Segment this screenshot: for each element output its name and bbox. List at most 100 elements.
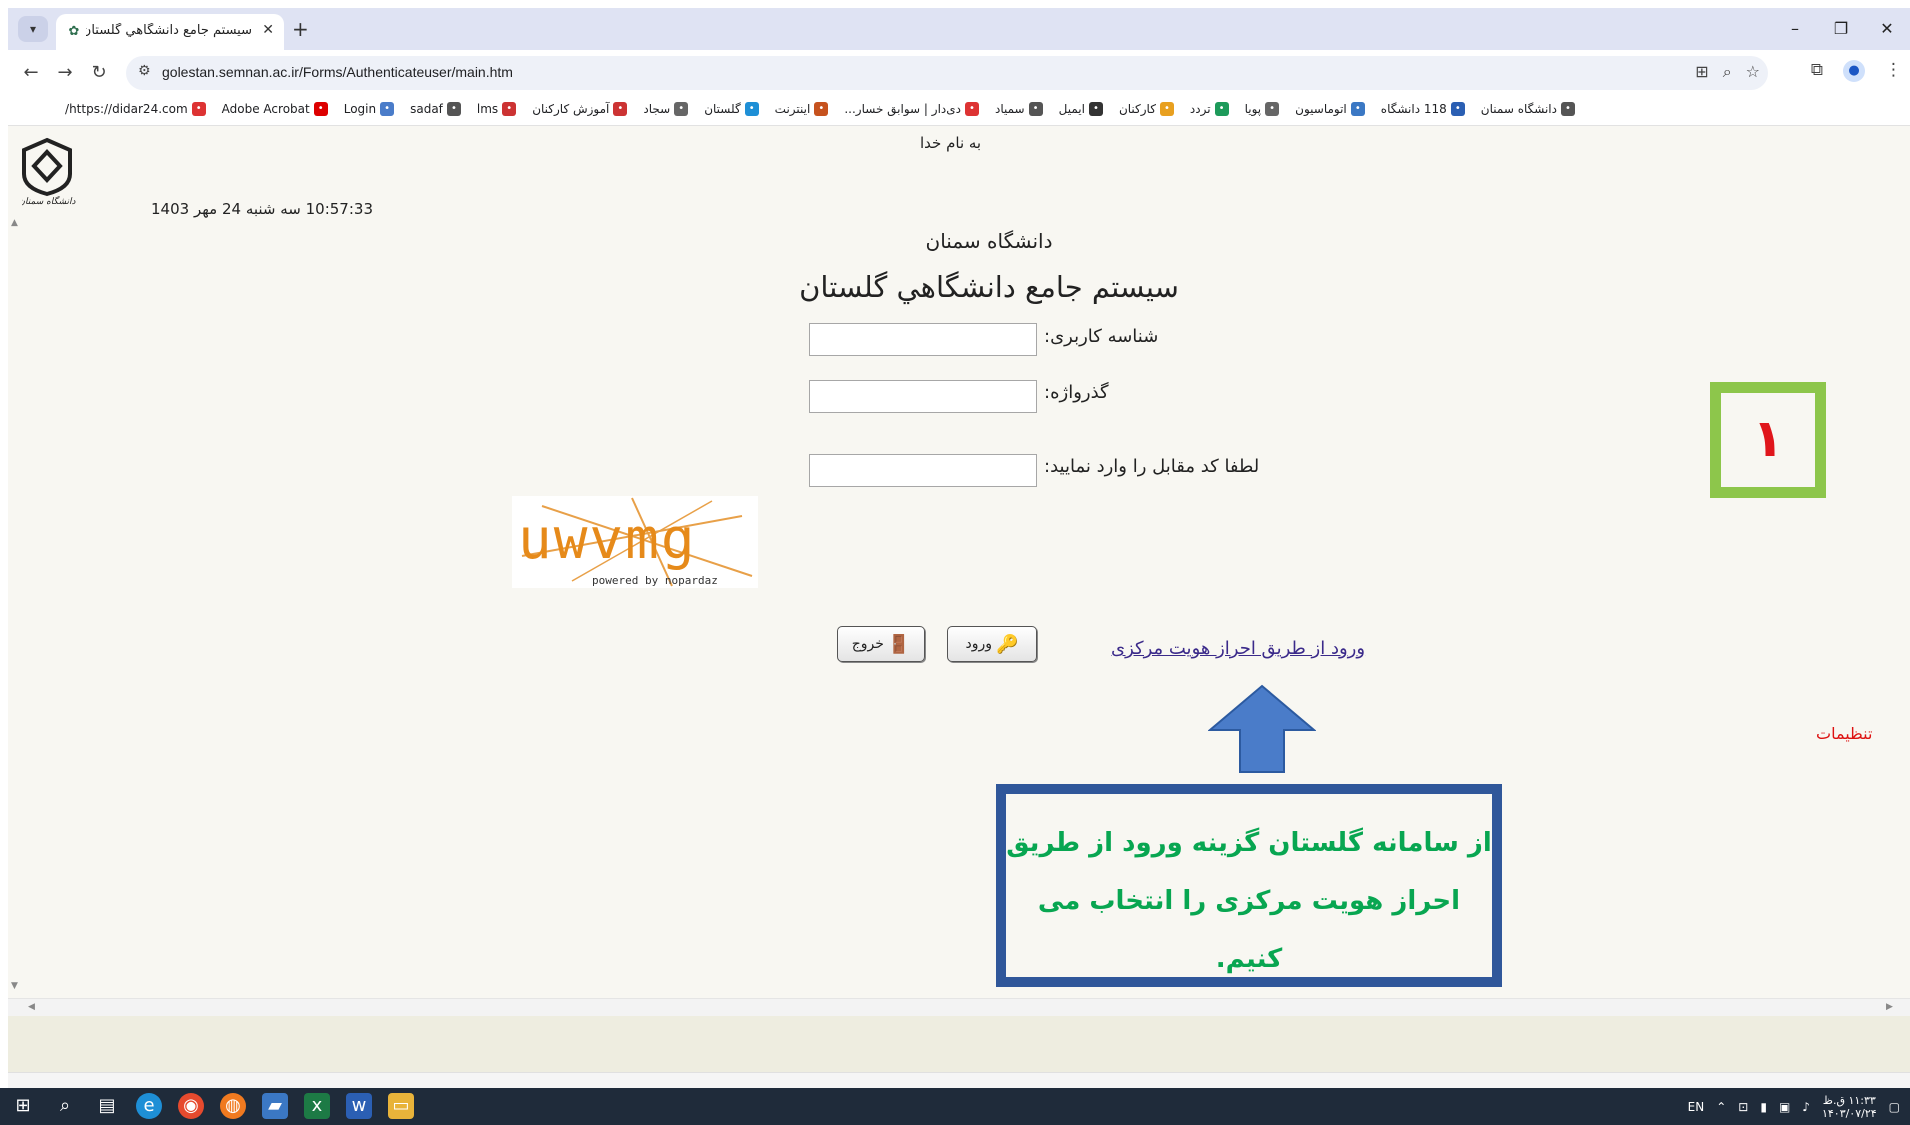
reload-button[interactable]: ↻ [86, 60, 112, 86]
golestan-favicon-icon: ✿ [68, 24, 80, 39]
extensions-icon[interactable]: ⧉ [1811, 60, 1823, 82]
bookmark-favicon-icon: • [380, 102, 395, 116]
edge-icon[interactable]: e [136, 1093, 162, 1119]
translate-icon[interactable]: ⊞ [1695, 62, 1708, 82]
address-bar[interactable]: ⚙ golestan.semnan.ac.ir/Forms/Authentica… [126, 56, 1768, 90]
captcha-label: لطفا کد مقابل را وارد نمایید: [1044, 456, 1260, 477]
bookmark-item[interactable]: • آموزش کارکنان [532, 102, 628, 116]
scroll-up-icon[interactable]: ▲ [11, 218, 18, 228]
bookmark-item[interactable]: • sadaf [410, 102, 461, 116]
browser-toolbar: ← → ↻ ⚙ golestan.semnan.ac.ir/Forms/Auth… [8, 50, 1910, 96]
bookmark-item[interactable]: • اتوماسیون [1295, 102, 1365, 116]
exit-button[interactable]: 🚪 خروج [837, 626, 925, 662]
bookmark-item[interactable]: • سمیاد [995, 102, 1043, 116]
file-explorer-icon[interactable]: ▭ [388, 1093, 414, 1119]
bookmark-label: سجاد [643, 102, 671, 116]
excel-icon[interactable]: x [304, 1093, 330, 1119]
bookmark-item[interactable]: • دانشگاه سمنان [1481, 102, 1575, 116]
horizontal-scrollbar[interactable]: ◀ ▶ [8, 998, 1910, 1016]
bookmark-label: کارکنان [1118, 102, 1156, 116]
captcha-input[interactable] [809, 454, 1037, 487]
vertical-scrollbar[interactable]: ▲ ▼ [8, 126, 22, 996]
clock[interactable]: ۱۱:۳۳ ق.ظ ۱۴۰۳/۰۷/۲۴ [1822, 1094, 1877, 1120]
zoom-icon[interactable]: ⌕ [1723, 62, 1732, 82]
app-icon[interactable]: ▰ [262, 1093, 288, 1119]
bookmark-label: آموزش کارکنان [532, 102, 610, 116]
date-time: 10:57:33 سه شنبه 24 مهر 1403 [151, 200, 373, 218]
search-icon[interactable]: ⌕ [52, 1093, 78, 1119]
bookmarks-bar: • دانشگاه سمنان • 118 دانشگاه • اتوماسیون • پوی… [8, 96, 1910, 126]
bookmark-item[interactable]: • پویا [1245, 102, 1280, 116]
display-icon[interactable]: ▣ [1779, 1100, 1790, 1114]
bookmark-label: دی‌دار | سوابق خسار... [844, 102, 961, 116]
volume-icon[interactable]: ♪ [1802, 1100, 1810, 1114]
tab-title: سیستم جامع دانشگاهي گلستان [86, 23, 252, 38]
bookmark-item[interactable]: • کارکنان [1119, 102, 1174, 116]
bookmark-item[interactable]: • https://didar24.com/ [65, 102, 206, 116]
bookmark-label: گلستان [704, 102, 741, 116]
new-tab-button[interactable]: + [292, 19, 309, 39]
close-tab-icon[interactable]: ✕ [262, 22, 274, 38]
profile-avatar[interactable]: ● [1843, 60, 1865, 82]
bookmark-label: تردد [1189, 102, 1211, 116]
login-key-icon: 🔑 [996, 633, 1019, 655]
notifications-icon[interactable]: ▢ [1889, 1100, 1900, 1114]
university-name: دانشگاه سمنان [925, 229, 1053, 253]
word-icon[interactable]: w [346, 1093, 372, 1119]
windows-taskbar: ⊞ ⌕ ▤ e ◉ ◍ ▰ x w ▭ EN ⌃ ⊡ ▮ ▣ ♪ ۱۱:۳۳ ق… [0, 1088, 1910, 1125]
scroll-left-icon[interactable]: ◀ [28, 1002, 35, 1012]
bookmark-item[interactable]: • lms [477, 102, 517, 116]
forward-button[interactable]: → [52, 60, 78, 86]
start-icon[interactable]: ⊞ [10, 1093, 36, 1119]
menu-icon[interactable]: ⋮ [1885, 60, 1902, 82]
language-indicator[interactable]: EN [1688, 1100, 1705, 1114]
bookmark-item[interactable]: • Adobe Acrobat [222, 102, 328, 116]
bookmark-favicon-icon: • [674, 102, 689, 116]
bookmark-item[interactable]: • سجاد [643, 102, 689, 116]
restore-button[interactable]: ❐ [1818, 8, 1864, 50]
tray-chevron-icon[interactable]: ⌃ [1716, 1100, 1726, 1114]
login-button[interactable]: 🔑 ورود [947, 626, 1037, 662]
bookmark-label: دانشگاه سمنان [1480, 102, 1557, 116]
svg-text:uwvmg: uwvmg [518, 507, 697, 572]
settings-link[interactable]: تنظیمات [1816, 724, 1872, 743]
bookmark-item[interactable]: • دی‌دار | سوابق خسار... [844, 102, 979, 116]
bookmark-item[interactable]: • Login [344, 102, 395, 116]
task-view-icon[interactable]: ▤ [94, 1093, 120, 1119]
close-window-button[interactable]: ✕ [1864, 8, 1910, 50]
bookmark-favicon-icon: • [1088, 102, 1103, 116]
bookmark-item[interactable]: • ایمیل [1059, 102, 1103, 116]
sso-login-link[interactable]: ورود از طریق احراز هویت مرکزی [1111, 638, 1365, 659]
bookmark-item[interactable]: • 118 دانشگاه [1381, 102, 1465, 116]
window-controls: – ❐ ✕ [1772, 8, 1910, 50]
minimize-button[interactable]: – [1772, 8, 1818, 50]
back-button[interactable]: ← [18, 60, 44, 86]
captcha-image: uwvmg powered by nopardaz [512, 496, 758, 588]
username-input[interactable] [809, 323, 1037, 356]
scroll-right-icon[interactable]: ▶ [1886, 1002, 1893, 1012]
page-viewport: دانشگاه سمنان به نام خدا 10:57:33 سه شنب… [8, 126, 1910, 1016]
tab-search-button[interactable]: ▾ [18, 16, 48, 42]
bookmark-star-icon[interactable]: ☆ [1746, 62, 1760, 82]
browser-tab[interactable]: ✿ سیستم جامع دانشگاهي گلستان ✕ [56, 14, 284, 50]
bookmark-label: 118 دانشگاه [1380, 102, 1447, 116]
battery-icon[interactable]: ▮ [1760, 1100, 1767, 1114]
bookmark-label: Adobe Acrobat [221, 102, 310, 116]
bookmark-item[interactable]: • گلستان [704, 102, 759, 116]
bottom-scrollbar[interactable] [8, 1072, 1910, 1088]
firefox-icon[interactable]: ◍ [220, 1093, 246, 1119]
bookmark-favicon-icon: • [1450, 102, 1465, 116]
clock-time: ۱۱:۳۳ ق.ظ [1822, 1094, 1876, 1107]
bookmark-item[interactable]: • اینترنت [775, 102, 829, 116]
chrome-icon[interactable]: ◉ [178, 1093, 204, 1119]
bookmark-favicon-icon: • [313, 102, 328, 116]
exit-door-icon: 🚪 [887, 633, 911, 655]
bookmark-label: ایمیل [1058, 102, 1085, 116]
scroll-down-icon[interactable]: ▼ [11, 981, 18, 991]
bookmark-item[interactable]: • تردد [1190, 102, 1229, 116]
site-info-icon[interactable]: ⚙ [138, 63, 151, 79]
bookmark-favicon-icon: • [814, 102, 829, 116]
password-input[interactable] [809, 380, 1037, 413]
bookmark-favicon-icon: • [744, 102, 759, 116]
network-icon[interactable]: ⊡ [1738, 1100, 1748, 1114]
